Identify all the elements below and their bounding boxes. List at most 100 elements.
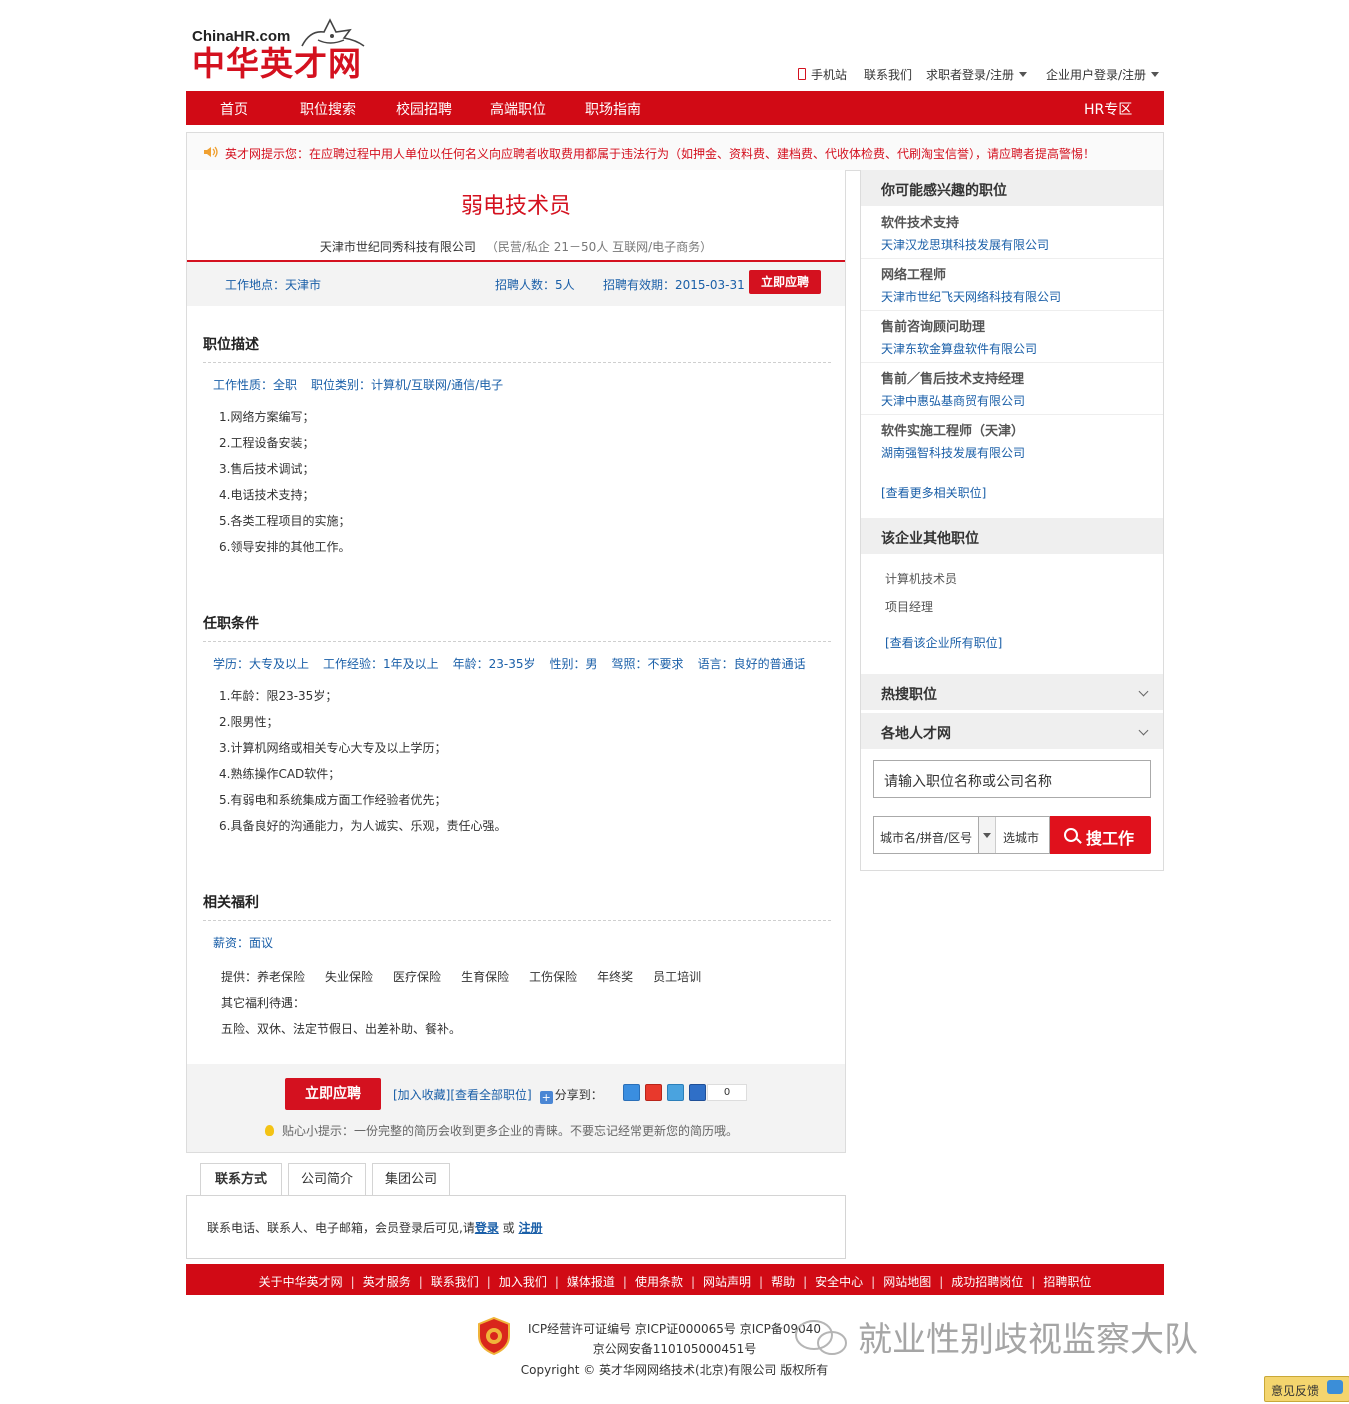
job-search-input[interactable]: 请输入职位名称或公司名称 [873, 760, 1151, 798]
company-job-link[interactable]: 项目经理 [885, 598, 933, 615]
chevron-down-icon [1138, 686, 1149, 697]
tag-job-type: 工作性质：全职 [213, 378, 298, 392]
divider [203, 920, 831, 921]
all-company-jobs-link[interactable]: [查看该企业所有职位] [885, 634, 1002, 651]
top-links: 手机站 联系我们 求职者登录/注册 企业用户登录/注册 [0, 66, 1349, 82]
login-link[interactable]: 登录 [475, 1221, 499, 1235]
job-meta-bar: 工作地点：天津市 招聘人数：5人 招聘有效期：2015-03-31 立即应聘 [187, 262, 845, 306]
fox-mascot-icon [301, 18, 365, 47]
nav-job-search[interactable]: 职位搜索 [300, 99, 356, 119]
rec-job-company[interactable]: 湖南强智科技发展有限公司 [881, 444, 1025, 461]
chevron-down-icon[interactable] [979, 817, 996, 853]
job-location: 工作地点：天津市 [225, 278, 322, 292]
recommended-job[interactable]: 软件实施工程师（天津） 湖南强智科技发展有限公司 [861, 414, 1163, 466]
welfare-item: 生育保险 [461, 970, 510, 984]
tag-job-category: 职位类别：计算机/互联网/通信/电子 [311, 378, 504, 392]
nav-senior-jobs[interactable]: 高端职位 [490, 99, 546, 119]
footer-link[interactable]: 招聘职位 [1043, 1275, 1091, 1289]
rec-job-company[interactable]: 天津东软金算盘软件有限公司 [881, 340, 1037, 357]
rec-job-company[interactable]: 天津中惠弘基商贸有限公司 [881, 392, 1025, 409]
feedback-button[interactable]: 意见反馈 [1264, 1376, 1349, 1402]
local-talent-header[interactable]: 各地人才网 [861, 712, 1163, 749]
qzone-share-icon[interactable] [623, 1084, 640, 1101]
footer-link[interactable]: 安全中心 [815, 1275, 863, 1289]
recommended-job[interactable]: 售前／售后技术支持经理 天津中惠弘基商贸有限公司 [861, 362, 1163, 415]
rec-job-title[interactable]: 网络工程师 [881, 264, 946, 283]
recommended-job[interactable]: 网络工程师 天津市世纪飞天网络科技有限公司 [861, 258, 1163, 311]
share-label: 分享到： [554, 1088, 603, 1102]
requirement-list: 1.年龄：限23-35岁； 2.限男性； 3.计算机网络或相关专心大专及以上学历… [219, 687, 506, 843]
notice-text: 英才网提示您：在应聘过程中用人单位以任何名义向应聘者收取费用都属于违法行为（如押… [225, 147, 1096, 161]
view-all-jobs-link[interactable]: [查看全部职位] [450, 1088, 531, 1102]
footer-link[interactable]: 联系我们 [431, 1275, 479, 1289]
nav-home[interactable]: 首页 [220, 99, 248, 119]
description-tags: 工作性质：全职 职位类别：计算机/互联网/通信/电子 [213, 376, 517, 393]
contact-us-link[interactable]: 联系我们 [864, 66, 912, 83]
tab-group-company[interactable]: 集团公司 [372, 1163, 450, 1196]
tab-company-intro[interactable]: 公司简介 [288, 1163, 366, 1196]
company-line: 天津市世纪同秀科技有限公司 （民营/私企 21－50人 互联网/电子商务） [187, 238, 845, 255]
register-link[interactable]: 注册 [519, 1221, 543, 1235]
job-headcount: 招聘人数：5人 [495, 278, 575, 292]
interest-jobs-header: 你可能感兴趣的职位 [861, 170, 1163, 206]
footer-link[interactable]: 网站声明 [703, 1275, 751, 1289]
company-name[interactable]: 天津市世纪同秀科技有限公司 [320, 240, 476, 254]
rec-job-title[interactable]: 售前咨询顾问助理 [881, 316, 985, 335]
footer-link[interactable]: 成功招聘岗位 [951, 1275, 1023, 1289]
welfare-item: 年终奖 [597, 970, 634, 984]
divider [203, 362, 831, 363]
more-related-jobs-link[interactable]: [查看更多相关职位] [881, 484, 986, 501]
contact-panel: 联系电话、联系人、电子邮箱，会员登录后可见,请登录 或 注册 [186, 1195, 846, 1259]
tab-contact[interactable]: 联系方式 [200, 1163, 282, 1197]
nav-career-guide[interactable]: 职场指南 [585, 99, 641, 119]
divider: | [554, 1275, 559, 1289]
rec-job-company[interactable]: 天津市世纪飞天网络科技有限公司 [881, 288, 1061, 305]
city-input[interactable]: 城市名/拼音/区号 [873, 816, 979, 854]
nav-campus[interactable]: 校园招聘 [396, 99, 452, 119]
footer-link[interactable]: 英才服务 [363, 1275, 411, 1289]
tip: 贴心小提示：一份完整的简历会收到更多企业的青睐。不要忘记经常更新您的简历哦。 [265, 1122, 738, 1139]
company-other-jobs-header: 该企业其他职位 [861, 518, 1163, 554]
chat-bubble-icon [1327, 1380, 1343, 1394]
employer-login-link[interactable]: 企业用户登录/注册 [1046, 66, 1160, 83]
weibo-share-icon[interactable] [645, 1084, 662, 1101]
mobile-site-link[interactable]: 手机站 [798, 66, 847, 83]
rec-job-title[interactable]: 软件技术支持 [881, 212, 959, 231]
add-favorite-link[interactable]: [加入收藏] [393, 1088, 450, 1102]
chevron-down-icon [1019, 72, 1028, 77]
rec-job-title[interactable]: 售前／售后技术支持经理 [881, 368, 1024, 387]
footer-link[interactable]: 帮助 [771, 1275, 795, 1289]
apply-button-bottom[interactable]: 立即应聘 [285, 1078, 381, 1110]
rec-job-company[interactable]: 天津汉龙思琪科技发展有限公司 [881, 236, 1049, 253]
tencent-weibo-share-icon[interactable] [667, 1084, 684, 1101]
divider: | [690, 1275, 696, 1289]
tag-license: 驾照：不要求 [611, 657, 684, 671]
hot-search-header[interactable]: 热搜职位 [861, 674, 1163, 710]
recommended-job[interactable]: 售前咨询顾问助理 天津东软金算盘软件有限公司 [861, 310, 1163, 363]
company-job-link[interactable]: 计算机技术员 [885, 570, 957, 587]
search-jobs-button[interactable]: 搜工作 [1050, 816, 1151, 854]
nav-hr-zone[interactable]: HR专区 [1084, 99, 1132, 119]
footer-link[interactable]: 使用条款 [635, 1275, 683, 1289]
apply-button-top[interactable]: 立即应聘 [749, 270, 821, 294]
renren-share-icon[interactable] [689, 1084, 706, 1101]
city-select[interactable]: 选城市 [979, 816, 1050, 854]
share-plus-icon[interactable]: + [539, 1091, 553, 1104]
footer-link[interactable]: 媒体报道 [567, 1275, 615, 1289]
footer-link[interactable]: 网站地图 [883, 1275, 931, 1289]
phone-icon [798, 68, 806, 80]
contact-text: 联系电话、联系人、电子邮箱，会员登录后可见,请登录 或 注册 [207, 1221, 543, 1235]
footer-link[interactable]: 加入我们 [499, 1275, 547, 1289]
divider: | [759, 1275, 764, 1289]
section-heading-requirements: 任职条件 [203, 616, 259, 632]
welfare-provided: 提供：养老保险 失业保险 医疗保险 生育保险 工伤保险 年终奖 员工培训 [221, 970, 702, 984]
divider: | [1031, 1275, 1036, 1289]
list-item: 5.有弱电和系统集成方面工作经验者优先； [219, 793, 447, 807]
divider: | [622, 1275, 627, 1289]
rec-job-title[interactable]: 软件实施工程师（天津） [881, 420, 1024, 439]
seeker-login-link[interactable]: 求职者登录/注册 [926, 66, 1028, 83]
chevron-down-icon [1151, 72, 1160, 77]
recommended-job[interactable]: 软件技术支持 天津汉龙思琪科技发展有限公司 [861, 206, 1163, 259]
footer-link[interactable]: 关于中华英才网 [259, 1275, 343, 1289]
welfare-item: 养老保险 [257, 970, 306, 984]
